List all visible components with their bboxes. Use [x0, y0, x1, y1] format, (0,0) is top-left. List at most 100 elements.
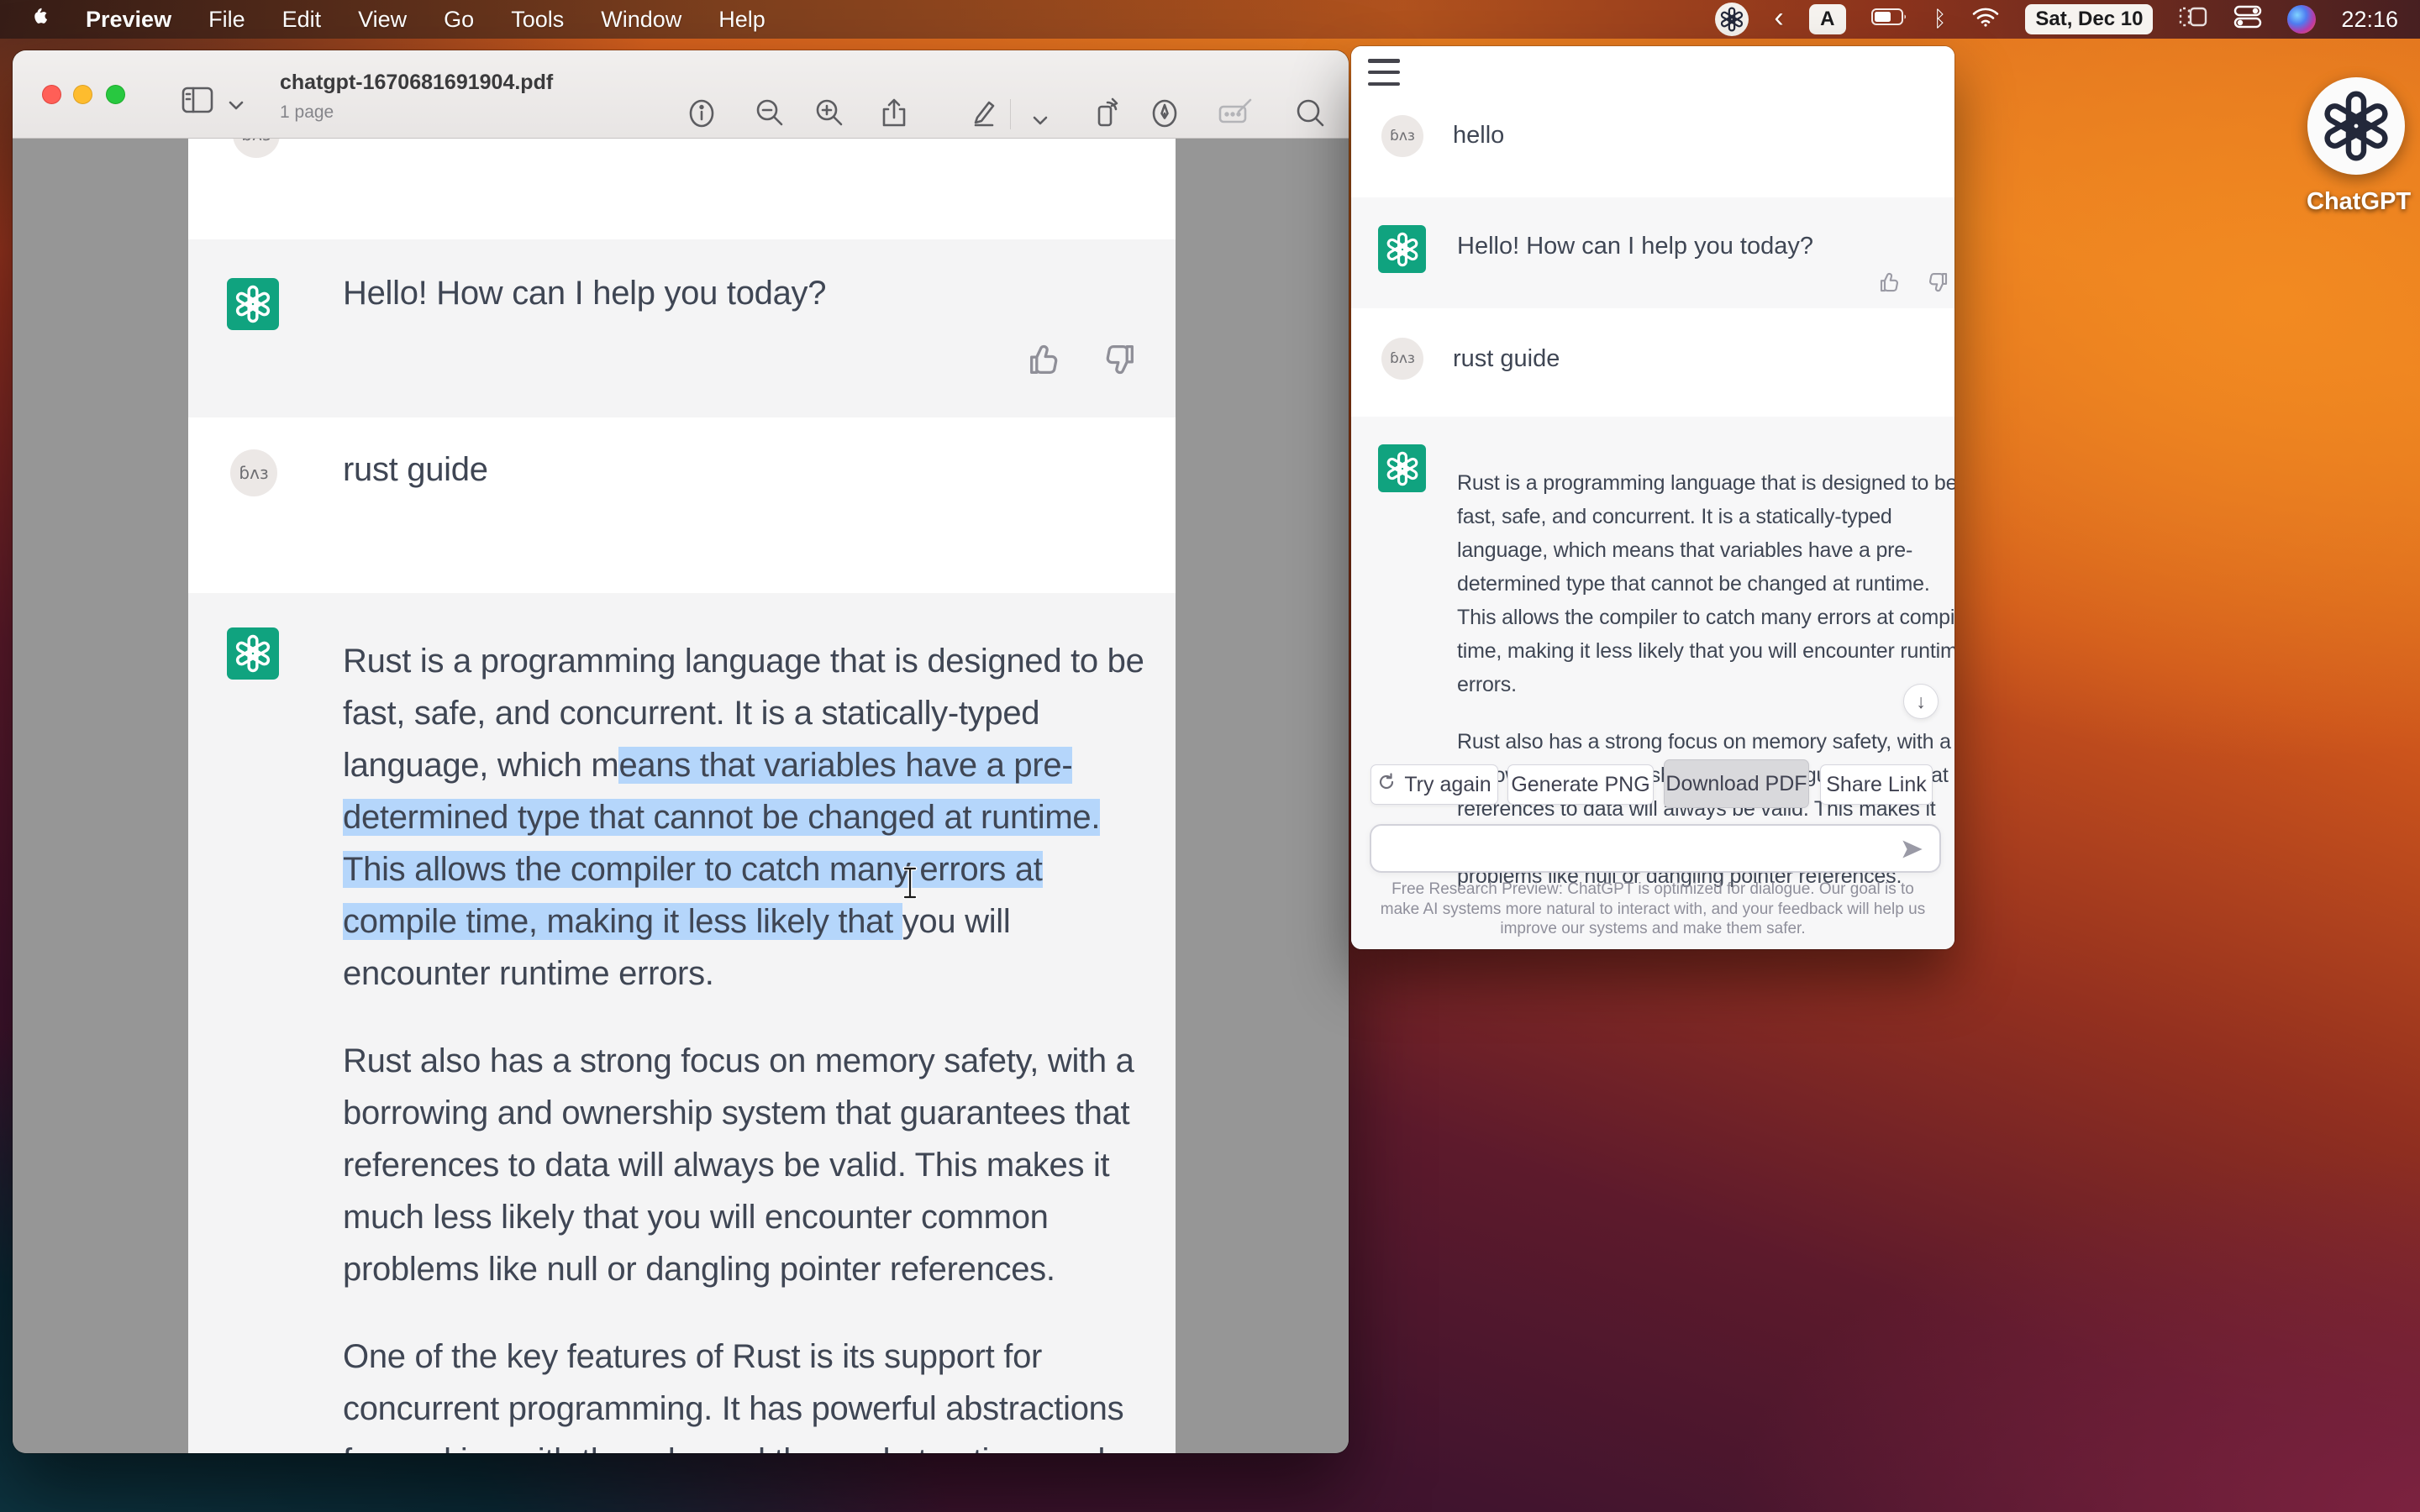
chatgpt-status-icon[interactable]: [1715, 3, 1749, 36]
chatgpt-desktop-icon[interactable]: ChatGPT: [2307, 77, 2406, 216]
search-icon[interactable]: [1292, 95, 1328, 132]
control-center-icon[interactable]: [2233, 5, 2262, 34]
openai-logo-icon: [234, 634, 272, 673]
apple-icon: [27, 4, 49, 29]
scroll-to-bottom-button[interactable]: ↓: [1903, 684, 1939, 719]
message-input[interactable]: [1370, 824, 1941, 873]
footer-line-3: improve our systems and make them safer.: [1500, 920, 1805, 937]
input-source-indicator[interactable]: A: [1809, 4, 1846, 34]
sidebar-chevron-down-icon[interactable]: [218, 87, 255, 124]
chatgpt-icon-disc: [2307, 77, 2405, 175]
zoom-out-icon[interactable]: [751, 95, 788, 132]
user-avatar-glyph: ɓʌɜ: [1390, 350, 1415, 367]
openai-logo-icon: [1385, 451, 1420, 486]
pdf-content-area[interactable]: ɓʌɜ Hello! How can I help you today?: [13, 139, 1349, 1453]
chatgpt-avatar: [227, 278, 279, 330]
hamburger-menu-icon[interactable]: [1368, 59, 1400, 86]
panel-row-user-rust-guide: ɓʌɜ rust guide: [1351, 308, 1954, 417]
zoom-window-button[interactable]: [106, 85, 125, 104]
thumbs-up-icon[interactable]: [1877, 270, 1902, 295]
rust-paragraph-2: Rust also has a strong focus on memory s…: [343, 1035, 1162, 1295]
thumbs-down-icon[interactable]: [1100, 340, 1139, 379]
desktop-wallpaper: Preview File Edit View Go Tools Window H…: [0, 0, 2420, 1512]
toolbar-separator: [1010, 99, 1011, 129]
user-hello-text: hello: [1453, 122, 1504, 150]
menu-file[interactable]: File: [208, 7, 245, 33]
markup-highlighter-icon[interactable]: [965, 95, 1002, 132]
menu-go[interactable]: Go: [444, 7, 474, 33]
user-rust-prompt-text: rust guide: [343, 451, 488, 489]
markup-chevron-down-icon[interactable]: [1022, 102, 1059, 139]
chatgpt-export-panel: ɓʌɜ hello Hello! How can I help you toda…: [1351, 46, 1954, 949]
rotate-icon[interactable]: [1087, 95, 1124, 132]
pdf-row-assistant-rust: Rust is a programming language that is d…: [188, 593, 1176, 1453]
user-avatar: ɓʌɜ: [1381, 338, 1423, 380]
markup-pen-icon[interactable]: [1146, 95, 1183, 132]
user-avatar-glyph: ɓʌɜ: [241, 139, 271, 144]
menu-edit[interactable]: Edit: [282, 7, 322, 33]
user-avatar-glyph: ɓʌɜ: [239, 463, 268, 483]
bluetooth-icon[interactable]: ᛒ: [1933, 7, 1947, 32]
download-pdf-button[interactable]: Download PDF: [1664, 759, 1809, 808]
rust-paragraph-1: Rust is a programming language that is d…: [343, 635, 1162, 1000]
menu-app-name[interactable]: Preview: [86, 7, 171, 33]
menu-tools[interactable]: Tools: [511, 7, 564, 33]
menu-window[interactable]: Window: [601, 7, 681, 33]
panel-row-assistant-hello: Hello! How can I help you today?: [1351, 197, 1954, 308]
screen-record-icon[interactable]: [2178, 5, 2208, 34]
send-icon[interactable]: [1901, 837, 1924, 861]
back-chevron-icon[interactable]: ‹: [1774, 3, 1783, 32]
rust-paragraph-3: One of the key features of Rust is its s…: [343, 1331, 1162, 1453]
minimize-button[interactable]: [73, 85, 92, 104]
menu-help[interactable]: Help: [718, 7, 765, 33]
menubar-date[interactable]: Sat, Dec 10: [2025, 4, 2153, 34]
apple-menu[interactable]: [27, 4, 49, 35]
zoom-in-icon[interactable]: [811, 95, 848, 132]
preview-titlebar: chatgpt-1670681691904.pdf 1 page: [13, 50, 1349, 139]
panel-footer-disclaimer: Free Research Preview: ChatGPT is optimi…: [1368, 879, 1938, 939]
wifi-icon[interactable]: [1971, 6, 2000, 34]
window-title: chatgpt-1670681691904.pdf: [280, 71, 553, 95]
footer-line-2: make AI systems more natural to interact…: [1381, 900, 1925, 918]
sidebar-toggle-icon[interactable]: [179, 81, 216, 118]
openai-logo-icon: [234, 285, 272, 323]
panel-row-user-hello: ɓʌɜ hello: [1351, 103, 1954, 197]
retry-icon: [1377, 773, 1396, 797]
text-annotation-icon[interactable]: [1217, 95, 1254, 132]
pdf-page: ɓʌɜ Hello! How can I help you today?: [188, 139, 1176, 1453]
share-icon[interactable]: [876, 95, 913, 132]
chatgpt-avatar: [1378, 444, 1426, 492]
thumbs-down-icon[interactable]: [1925, 270, 1950, 295]
footer-line-1: Free Research Preview: ChatGPT is optimi…: [1392, 880, 1914, 898]
siri-icon[interactable]: [2287, 5, 2316, 34]
pdf-row-user-rust-guide: ɓʌɜ rust guide: [188, 417, 1176, 593]
desktop-icon-label: ChatGPT: [2307, 188, 2406, 216]
openai-logo-icon: [1385, 232, 1420, 267]
try-again-button[interactable]: Try again: [1370, 764, 1498, 805]
window-subtitle: 1 page: [280, 102, 334, 123]
info-icon[interactable]: [683, 95, 720, 132]
menu-view[interactable]: View: [358, 7, 407, 33]
pdf-row-assistant-hello: Hello! How can I help you today?: [188, 239, 1176, 417]
thumbs-up-icon[interactable]: [1025, 340, 1064, 379]
pdf-row-user-hello-partial: ɓʌɜ: [188, 139, 1176, 239]
assistant-hello-text: Hello! How can I help you today?: [343, 275, 826, 312]
generate-png-button[interactable]: Generate PNG: [1507, 764, 1654, 805]
close-button[interactable]: [42, 85, 61, 104]
user-avatar: ɓʌɜ: [1381, 115, 1423, 157]
assistant-rust-answer: Rust is a programming language that is d…: [343, 635, 1162, 1453]
menubar-clock[interactable]: 22:16: [2341, 7, 2398, 33]
share-link-label: Share Link: [1826, 773, 1927, 797]
user-avatar-glyph: ɓʌɜ: [1390, 128, 1415, 144]
chatgpt-avatar: [1378, 225, 1426, 273]
assistant-hello-text: Hello! How can I help you today?: [1457, 233, 1813, 260]
user-avatar: ɓʌɜ: [230, 449, 277, 496]
preview-window: chatgpt-1670681691904.pdf 1 page: [13, 50, 1349, 1453]
battery-icon[interactable]: [1871, 7, 1908, 33]
openai-logo-icon: [2320, 90, 2392, 162]
chatgpt-avatar: [227, 627, 279, 680]
download-pdf-label: Download PDF: [1665, 772, 1807, 796]
share-link-button[interactable]: Share Link: [1820, 764, 1933, 805]
generate-png-label: Generate PNG: [1511, 773, 1649, 797]
panel-header: [1351, 46, 1954, 103]
